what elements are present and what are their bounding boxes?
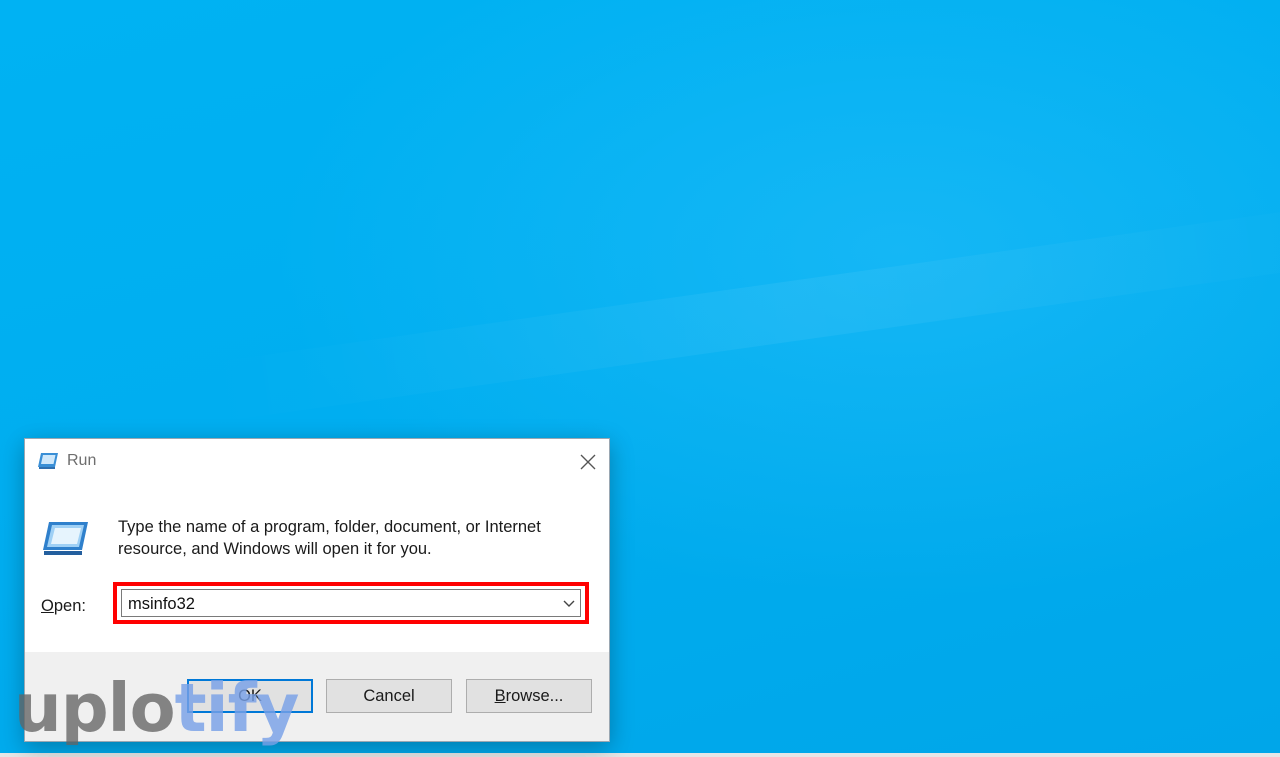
open-label-text: pen: (53, 597, 86, 615)
browse-text: rowse... (505, 687, 564, 705)
run-icon (37, 452, 59, 470)
wallpaper-light-streak (201, 196, 1280, 424)
open-input[interactable] (128, 593, 548, 615)
close-button[interactable] (573, 447, 603, 477)
browse-button[interactable]: Browse... (466, 679, 592, 713)
ok-button[interactable]: OK (187, 679, 313, 713)
dialog-body: Type the name of a program, folder, docu… (25, 484, 609, 652)
cancel-button[interactable]: Cancel (326, 679, 452, 713)
chevron-down-icon (563, 600, 575, 607)
dropdown-button[interactable] (560, 594, 578, 614)
run-icon (40, 520, 90, 558)
open-combobox-highlight (113, 582, 589, 624)
run-dialog: Run Type the name of a program, folder, … (24, 438, 610, 742)
dialog-description: Type the name of a program, folder, docu… (118, 518, 541, 558)
open-label-accelerator: O (41, 597, 54, 615)
dialog-title: Run (67, 452, 97, 469)
button-bar: OK Cancel Browse... (25, 652, 609, 741)
close-icon (580, 454, 596, 470)
taskbar-edge (0, 753, 1280, 757)
open-label: Open: (41, 595, 86, 617)
open-combobox[interactable] (121, 589, 581, 617)
browse-accelerator: B (494, 687, 506, 705)
title-bar[interactable]: Run (25, 439, 609, 484)
